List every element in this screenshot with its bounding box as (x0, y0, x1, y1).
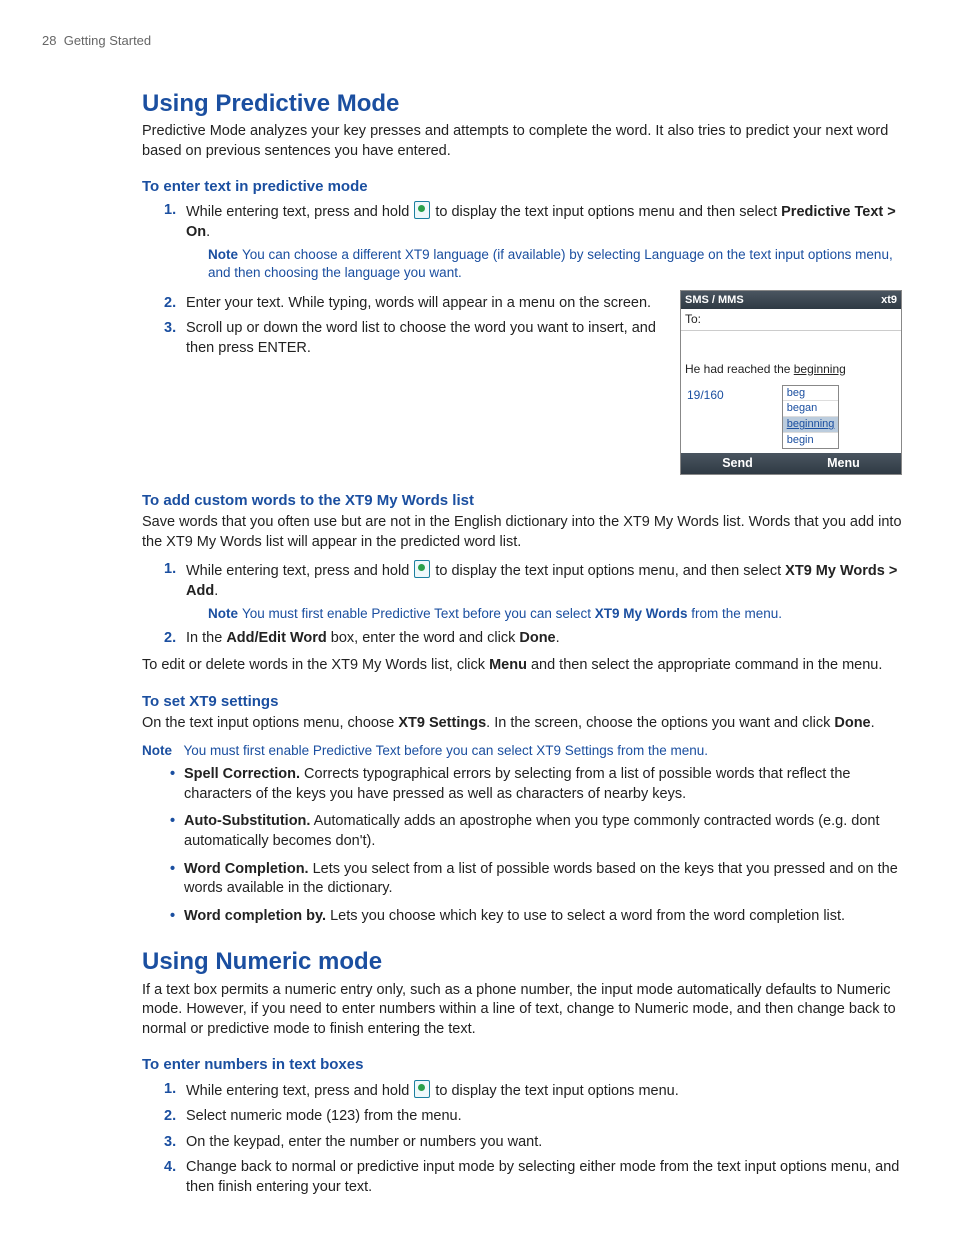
note: Note You must first enable Predictive Tex… (208, 605, 902, 623)
list-item: 2.Select numeric mode (123) from the men… (164, 1107, 902, 1127)
xt9-settings-intro: On the text input options menu, choose X… (142, 714, 902, 734)
step-text: to display the text input options menu a… (431, 204, 781, 220)
intro-bold: XT9 Settings (398, 715, 486, 731)
step-text: to display the text input options menu, … (431, 563, 785, 579)
phone-softkey-bar: Send Menu (681, 453, 901, 474)
list-item: 2.Enter your text. While typing, words w… (164, 294, 668, 314)
phone-to-row: To: (681, 309, 901, 330)
phone-prediction-option: began (783, 401, 839, 417)
note-label: Note (142, 743, 172, 758)
phone-screenshot: SMS / MMS xt9 To: He had reached the beg… (680, 290, 902, 475)
heading-numeric-mode: Using Numeric mode (142, 946, 902, 978)
list-enter-numbers: 1.While entering text, press and hold to… (164, 1080, 902, 1198)
bullet-title: Auto-Substitution. (184, 813, 310, 829)
intro-text: On the text input options menu, choose (142, 715, 398, 731)
text-input-key-icon (414, 1080, 430, 1098)
phone-message-body: He had reached the beginning (681, 331, 901, 385)
phone-title: SMS / MMS (685, 293, 744, 308)
page-content: Using Predictive Mode Predictive Mode an… (142, 88, 902, 1198)
section-name: Getting Started (64, 33, 151, 48)
list-item: 1. While entering text, press and hold t… (164, 201, 902, 281)
bullet-title: Word completion by. (184, 908, 326, 924)
note-text: You must first enable Predictive Text be… (184, 743, 709, 758)
step-text: On the keypad, enter the number or numbe… (186, 1134, 542, 1150)
phone-prediction-list: beg began beginning begin (782, 385, 840, 449)
step-text: . (214, 583, 218, 599)
intro-text: . In the screen, choose the options you … (486, 715, 834, 731)
list-item: 4.Change back to normal or predictive in… (164, 1158, 902, 1197)
phone-char-count: 19/160 (681, 385, 730, 405)
heading-xt9-settings: To set XT9 settings (142, 692, 902, 712)
outro-text: and then select the appropriate command … (527, 657, 882, 673)
step-text: Change back to normal or predictive inpu… (186, 1159, 899, 1195)
step-bold: Add/Edit Word (226, 630, 326, 646)
heading-enter-predictive: To enter text in predictive mode (142, 177, 902, 197)
phone-input-indicator: xt9 (881, 293, 897, 308)
step-text: Select numeric mode (123) from the menu. (186, 1108, 462, 1124)
step-text: Enter your text. While typing, words wil… (186, 295, 651, 311)
page-header: 28 Getting Started (42, 32, 912, 50)
bullet-title: Word Completion. (184, 861, 309, 877)
note-text: You must first enable Predictive Text be… (242, 606, 595, 621)
intro-bold: Done (834, 715, 870, 731)
list-item: 1. While entering text, press and hold t… (164, 560, 902, 623)
list-custom-words: 1. While entering text, press and hold t… (164, 560, 902, 648)
step-text: . (206, 224, 210, 240)
list-xt9-options: Spell Correction. Corrects typographical… (170, 765, 902, 926)
list-item: Spell Correction. Corrects typographical… (170, 765, 902, 804)
outro-bold: Menu (489, 657, 527, 673)
list-item: Auto-Substitution. Automatically adds an… (170, 812, 902, 851)
predictive-intro: Predictive Mode analyzes your key presse… (142, 122, 902, 161)
phone-typed-text: He had reached the (685, 362, 794, 376)
step-text: In the (186, 630, 226, 646)
note-text: You can choose a different XT9 language … (208, 247, 893, 280)
note: NoteYou can choose a different XT9 langu… (208, 246, 902, 281)
phone-titlebar: SMS / MMS xt9 (681, 291, 901, 310)
note-bold: XT9 My Words (595, 606, 688, 621)
bullet-title: Spell Correction. (184, 766, 300, 782)
page-number: 28 (42, 33, 56, 48)
phone-prediction-option: beg (783, 386, 839, 402)
step-text: to display the text input options menu. (431, 1083, 678, 1099)
heading-enter-numbers: To enter numbers in text boxes (142, 1055, 902, 1075)
step-bold: Done (519, 630, 555, 646)
step-text: While entering text, press and hold (186, 1083, 413, 1099)
note: Note You must first enable Predictive Te… (142, 742, 902, 760)
phone-prediction-option: begin (783, 433, 839, 448)
intro-text: . (871, 715, 875, 731)
list-item: 2. In the Add/Edit Word box, enter the w… (164, 629, 902, 649)
heading-custom-words: To add custom words to the XT9 My Words … (142, 491, 902, 511)
note-label: Note (208, 606, 238, 621)
text-input-key-icon (414, 201, 430, 219)
phone-typed-underline: beginning (794, 362, 846, 376)
phone-softkey-send: Send (722, 455, 753, 472)
outro-text: To edit or delete words in the XT9 My Wo… (142, 657, 489, 673)
list-enter-predictive-cont: 2.Enter your text. While typing, words w… (164, 294, 668, 359)
text-input-key-icon (414, 560, 430, 578)
list-enter-predictive: 1. While entering text, press and hold t… (164, 201, 902, 281)
list-item: 3.On the keypad, enter the number or num… (164, 1133, 902, 1153)
phone-softkey-menu: Menu (827, 455, 860, 472)
step-text: . (556, 630, 560, 646)
custom-words-outro: To edit or delete words in the XT9 My Wo… (142, 656, 902, 676)
numeric-intro: If a text box permits a numeric entry on… (142, 981, 902, 1040)
step-text: While entering text, press and hold (186, 563, 413, 579)
step-text: While entering text, press and hold (186, 204, 413, 220)
step-text: box, enter the word and click (327, 630, 520, 646)
custom-words-intro: Save words that you often use but are no… (142, 513, 902, 552)
note-label: Note (208, 247, 238, 262)
bullet-body: Lets you choose which key to use to sele… (326, 908, 845, 924)
note-text: from the menu. (687, 606, 782, 621)
list-item: Word completion by. Lets you choose whic… (170, 907, 902, 927)
list-item: Word Completion. Lets you select from a … (170, 860, 902, 899)
step-text: Scroll up or down the word list to choos… (186, 320, 656, 356)
heading-predictive-mode: Using Predictive Mode (142, 88, 902, 120)
list-item: 1.While entering text, press and hold to… (164, 1080, 902, 1102)
list-item: 3.Scroll up or down the word list to cho… (164, 319, 668, 358)
phone-prediction-option-selected: beginning (783, 417, 839, 433)
